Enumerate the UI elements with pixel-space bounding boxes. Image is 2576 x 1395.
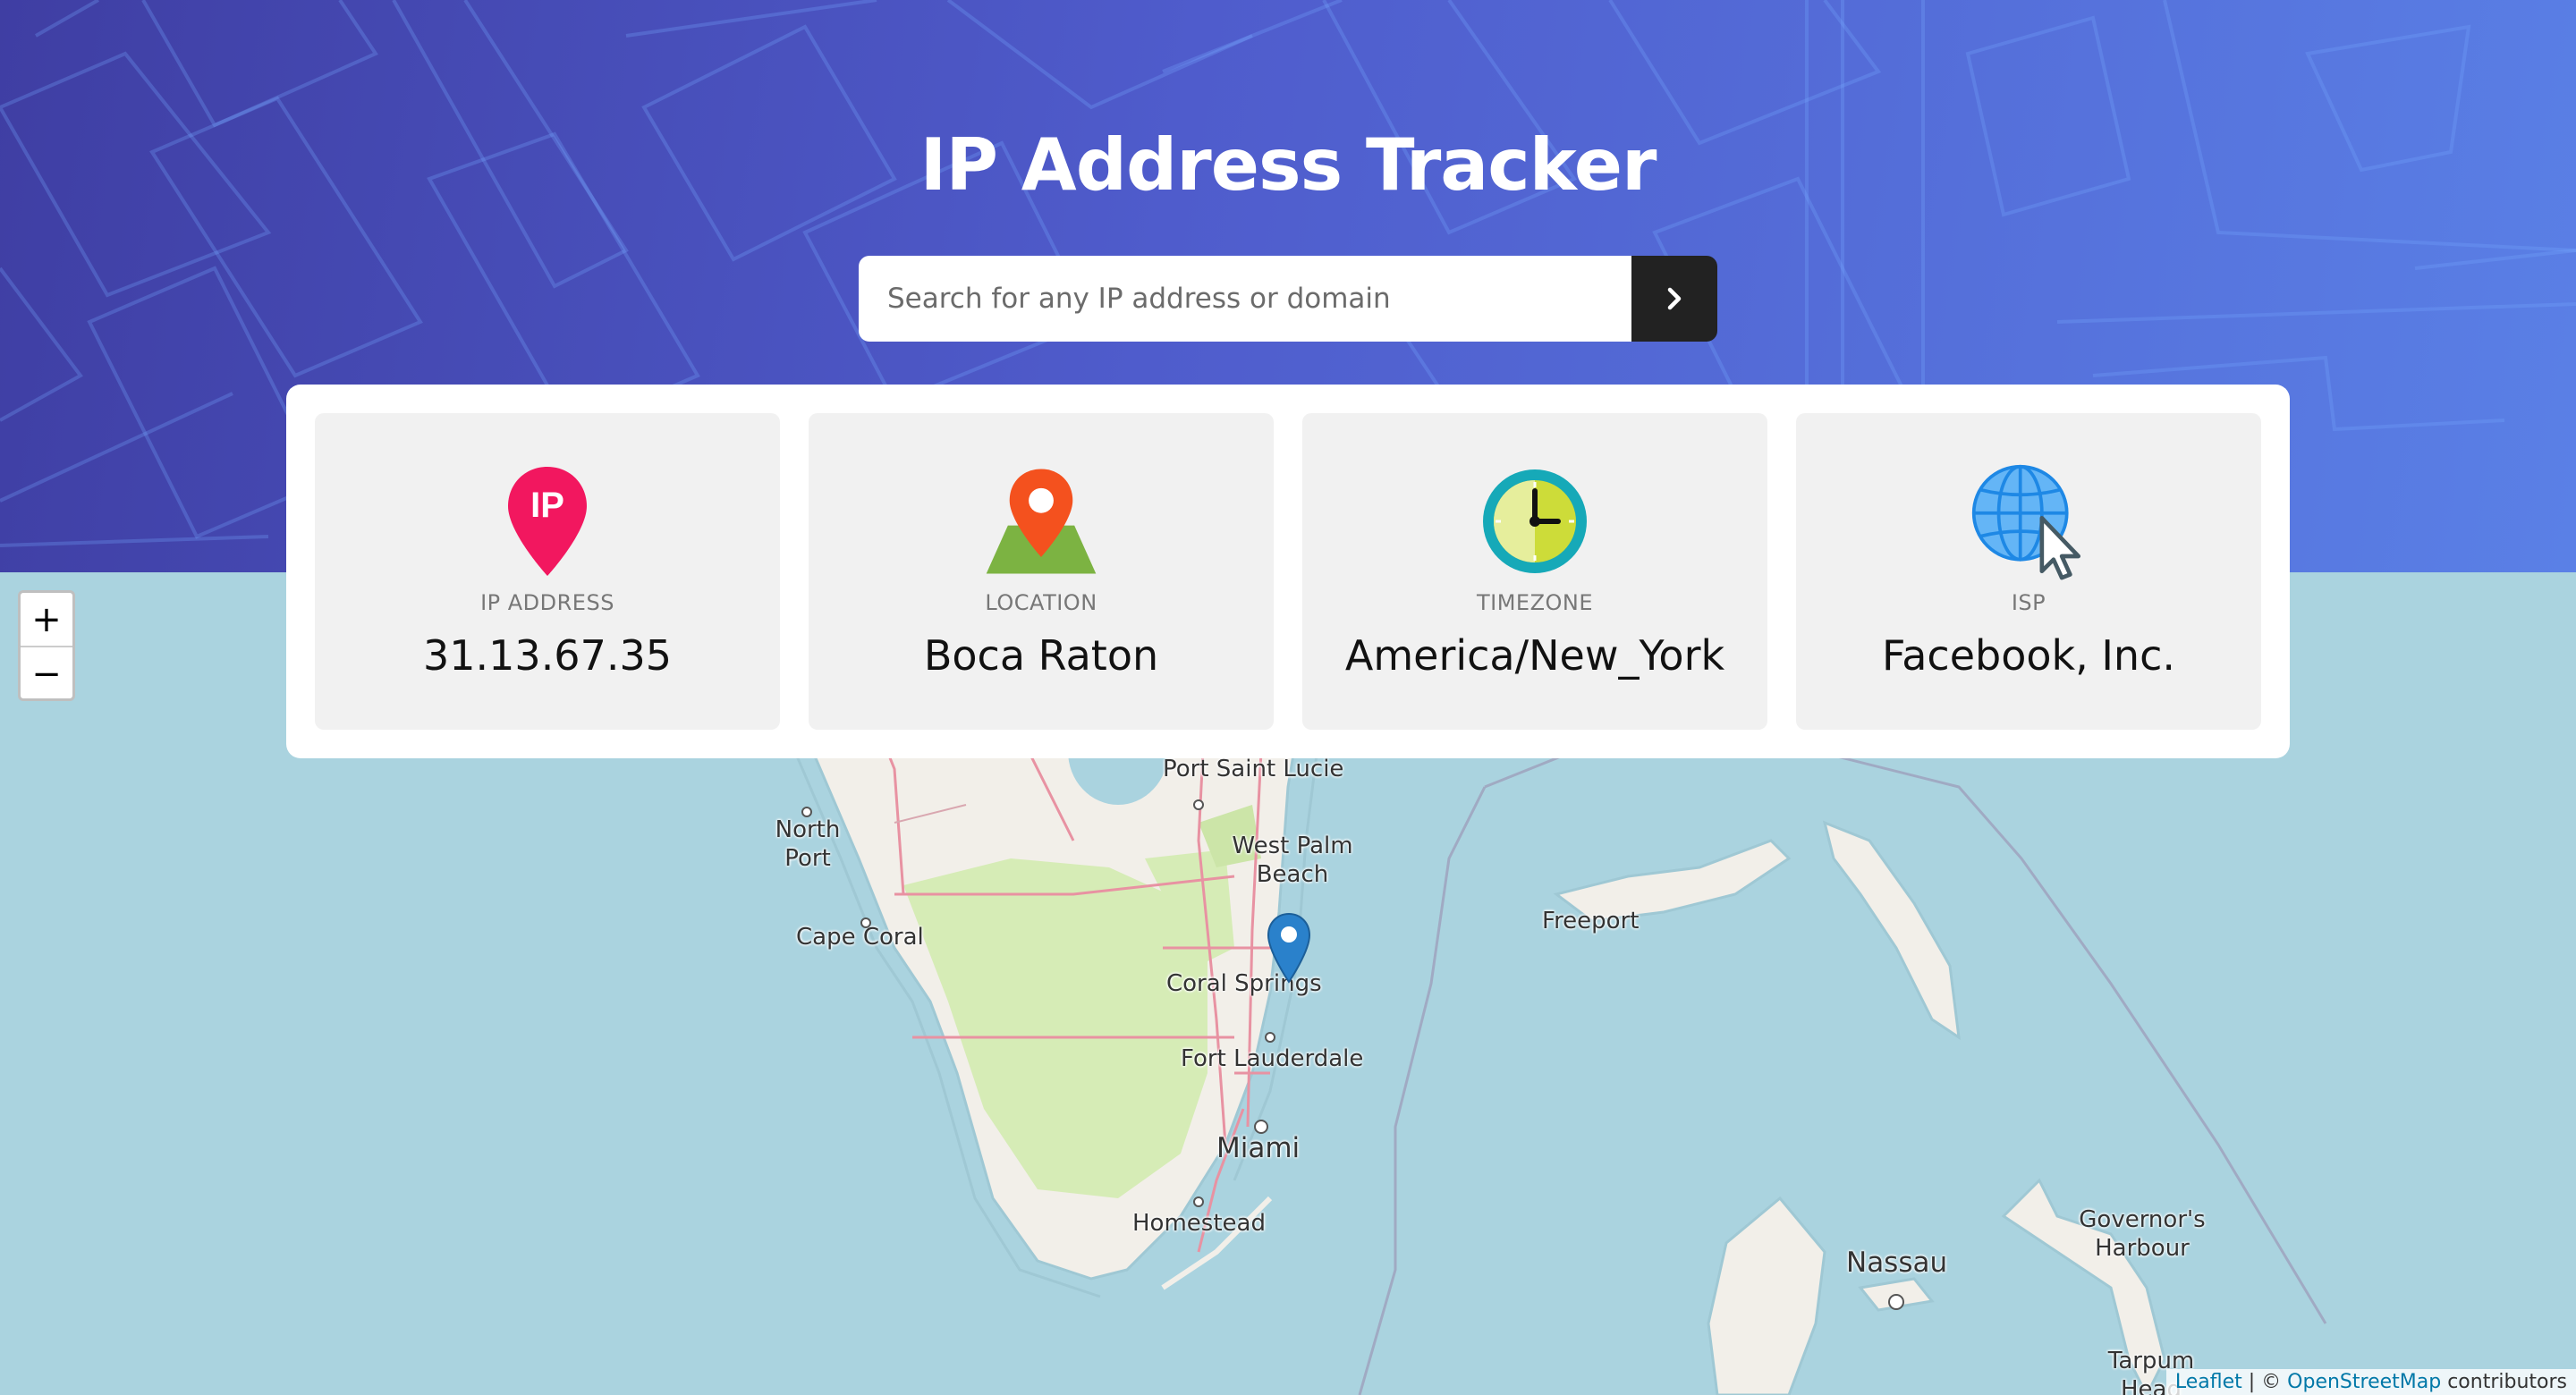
- info-card-ip-address: IP IP ADDRESS 31.13.67.35: [315, 413, 780, 730]
- zoom-out-button[interactable]: −: [21, 647, 72, 698]
- attribution-separator: | ©: [2241, 1371, 2288, 1393]
- search-input[interactable]: [859, 256, 1631, 342]
- svg-text:IP: IP: [530, 486, 564, 525]
- location-value: Boca Raton: [923, 631, 1159, 680]
- openstreetmap-link[interactable]: OpenStreetMap: [2287, 1371, 2441, 1393]
- ip-pin-icon: IP: [489, 463, 606, 579]
- globe-cursor-icon: [1970, 463, 2087, 580]
- info-panel: IP IP ADDRESS 31.13.67.35 LOCATION Boca …: [286, 385, 2290, 758]
- page-title: IP Address Tracker: [919, 123, 1657, 207]
- attribution-suffix: contributors: [2441, 1371, 2567, 1393]
- map-attribution: Leaflet | © OpenStreetMap contributors: [2165, 1369, 2576, 1395]
- isp-label: ISP: [2011, 590, 2046, 615]
- timezone-label: TIMEZONE: [1476, 590, 1594, 615]
- info-card-location: LOCATION Boca Raton: [809, 413, 1274, 730]
- info-card-timezone: TIMEZONE America/New_York: [1302, 413, 1767, 730]
- ip-address-label: IP ADDRESS: [480, 590, 614, 615]
- info-card-isp: ISP Facebook, Inc.: [1796, 413, 2261, 730]
- zoom-controls: + −: [18, 590, 75, 701]
- zoom-in-button[interactable]: +: [21, 593, 72, 647]
- location-marker-icon[interactable]: [1267, 912, 1311, 984]
- leaflet-link[interactable]: Leaflet: [2175, 1371, 2242, 1393]
- location-label: LOCATION: [985, 590, 1097, 615]
- chevron-right-icon: [1667, 287, 1682, 310]
- search-bar: [859, 256, 1717, 342]
- timezone-value: America/New_York: [1344, 631, 1725, 680]
- search-submit-button[interactable]: [1631, 256, 1717, 342]
- ip-address-value: 31.13.67.35: [423, 631, 672, 680]
- clock-icon: [1477, 463, 1593, 579]
- location-pin-icon: [983, 463, 1099, 579]
- isp-value: Facebook, Inc.: [1881, 631, 2176, 680]
